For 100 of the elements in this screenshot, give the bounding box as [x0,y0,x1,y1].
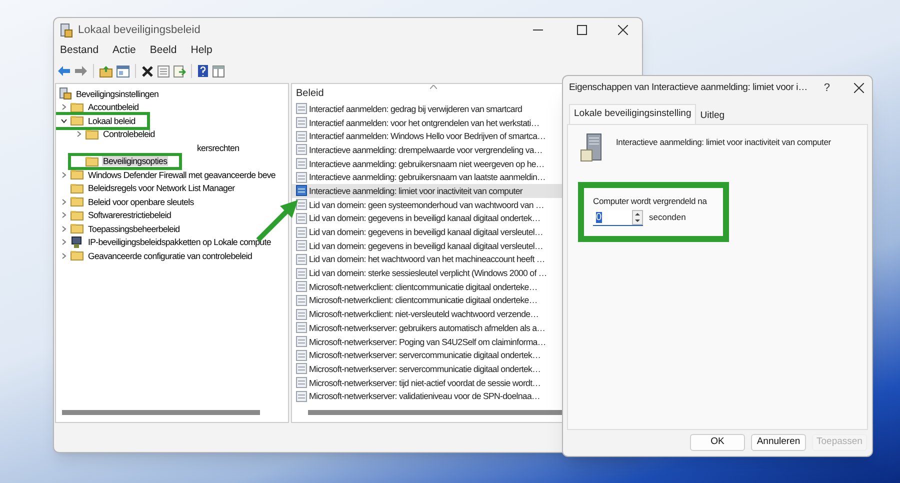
policy-icon [296,144,307,156]
menu-item[interactable]: Actie [112,43,136,59]
tree-item[interactable]: Beveiligingsopties [102,156,168,166]
policy-row[interactable]: Lid van domein: sterke sessiesleutel verplicht (Windows 2000 of … [292,266,640,280]
dialog-button[interactable]: Annuleren [751,434,806,451]
delete-icon[interactable] [141,64,154,78]
tree-item[interactable]: Beleid voor openbare sleutels [87,196,195,207]
policy-icon [296,322,307,334]
folder-icon [70,222,84,236]
unit-label: seconden [649,211,686,224]
policy-icon [296,172,307,183]
app-icon [60,22,73,38]
chevron-right-icon[interactable] [61,104,67,110]
policy-row[interactable]: Microsoft-netwerkserver: gebruikers automatisch afmelden als a… [292,321,640,335]
policy-icon [296,294,307,306]
tree-item[interactable]: kersrechten [196,142,240,153]
policy-icon [296,336,307,348]
policy-icon [296,308,307,320]
dialog-title: Eigenschappen van Interactieve aanmelding: limiet voor i… [569,80,808,95]
folder-icon [70,182,84,195]
policy-icon [296,363,307,374]
chevron-right-icon[interactable] [61,226,67,232]
tree-item[interactable]: Softwarerestrictiebeleid [87,210,172,220]
policy-icon [296,117,307,128]
policy-row[interactable]: Microsoft-netwerkserver: servercommunicatie digitaal ondertek… [292,348,640,362]
network-computer-icon [70,236,84,249]
policy-icon [296,268,307,279]
dialog-button[interactable]: OK [690,434,745,451]
chevron-right-icon[interactable] [61,239,67,246]
tree-item[interactable]: Accountbeleid [87,102,140,112]
policy-row[interactable]: Interactieve aanmelding: gebruikersnaam niet weergeven op he… [292,156,640,170]
menu-item[interactable]: Beeld [150,43,177,59]
panel-icon[interactable] [116,64,130,78]
policy-row[interactable]: Lid van domein: gegevens in beveiligd kanaal digitaal versleutel… [292,238,640,253]
chevron-right-icon[interactable] [61,172,67,178]
horizontal-scrollbar[interactable] [62,410,260,415]
close-icon[interactable] [854,83,864,93]
tree-item[interactable]: IP-beveiligingsbeleidspakketten op Lokale compute [87,237,272,248]
help-icon[interactable] [197,64,209,78]
chevron-right-icon[interactable] [61,198,67,205]
policy-row[interactable]: Microsoft-netwerkclient: clientcommunicatie digitaal onderteke… [292,280,640,294]
tree-item[interactable]: Geavanceerde configuratie van controlebeleid [87,250,254,261]
input-value: 0 [596,212,602,223]
policy-icon [296,185,307,196]
tree-item[interactable]: Controlebeleid [102,129,156,140]
policy-row[interactable]: Microsoft-netwerkclient: niet-versleuteld wachtwoord verzende… [292,307,640,321]
policy-row[interactable]: Microsoft-netwerkserver: servercommunicatie digitaal ondertek… [292,362,640,376]
computer-lock-icon [58,87,72,100]
column-header[interactable]: Beleid [296,86,324,101]
policy-icon [296,226,307,238]
policy-icon [296,350,307,361]
tree-item[interactable]: Beleidsregels voor Network List Manager [87,183,236,194]
policy-icon [296,158,307,170]
window-title: Lokaal beveiligingsbeleid [78,22,200,38]
policy-icon [296,212,307,224]
tab[interactable]: Lokale beveiligingsinstelling [569,104,696,124]
help-button[interactable]: ? [824,80,830,96]
policy-row[interactable]: Microsoft-netwerkclient: clientcommunicatie digitaal onderteke… [292,294,640,308]
policy-icon [296,240,307,252]
folder-icon [70,100,84,114]
console-view-icon[interactable] [212,64,225,78]
policy-icon [296,390,307,402]
chevron-right-icon[interactable] [76,131,82,138]
policy-row[interactable]: Microsoft-netwerkserver: tijd niet-actief voordat de sessie wordt… [292,376,640,390]
back-arrow-icon[interactable] [57,65,71,77]
sort-caret-icon [430,85,437,89]
tree-item[interactable]: Toepassingsbeheerbeleid [87,224,181,234]
tree-item[interactable]: Beveiligingsinstellingen [75,88,160,99]
menu-item[interactable]: Help [190,43,212,59]
export-icon[interactable] [173,64,186,78]
maximize-icon[interactable] [577,25,587,35]
menu-item[interactable]: Bestand [60,43,99,59]
folder-icon [70,114,84,128]
forward-arrow-icon[interactable] [74,65,88,77]
policy-icon [296,199,307,210]
chevron-down-icon[interactable] [61,118,67,124]
close-icon[interactable] [618,25,628,35]
server-icon [580,133,604,163]
tree-item[interactable]: Windows Defender Firewall met geavanceerde beve [87,170,276,180]
policy-name: Interactieve aanmelding: limiet voor inactiviteit van computer [616,136,831,149]
folder-up-icon[interactable] [99,64,113,78]
policy-row[interactable]: Lid van domein: gegevens in beveiligd kanaal digitaal versleutel… [292,225,640,239]
policy-row[interactable]: Microsoft-netwerkserver: validatieniveau voor de SPN-doelnaa… [292,389,640,404]
policy-icon [296,103,307,114]
folder-icon [85,154,99,168]
policy-icon [296,281,307,292]
field-label: Computer wordt vergrendeld na [593,195,707,208]
policy-row[interactable]: Microsoft-netwerkserver: Poging van S4U2Self om claiminforma… [292,334,640,348]
folder-icon [70,249,84,262]
spin-arrows-icon[interactable] [632,210,643,225]
folder-icon [85,128,99,141]
policy-row[interactable]: Lid van domein: het wachtwoord van het machineaccount heeft … [292,252,640,266]
policy-row[interactable]: Interactieve aanmelding: gebruikersnaam van laatste aanmeldin… [292,170,640,184]
tree-item[interactable]: Lokaal beleid [87,116,136,126]
number-spinner[interactable]: 0 [593,210,643,226]
chevron-right-icon[interactable] [61,252,67,259]
folder-icon [70,168,84,182]
chevron-right-icon[interactable] [61,212,67,218]
policy-icon [296,377,307,388]
tab[interactable]: Uitleg [696,108,729,124]
